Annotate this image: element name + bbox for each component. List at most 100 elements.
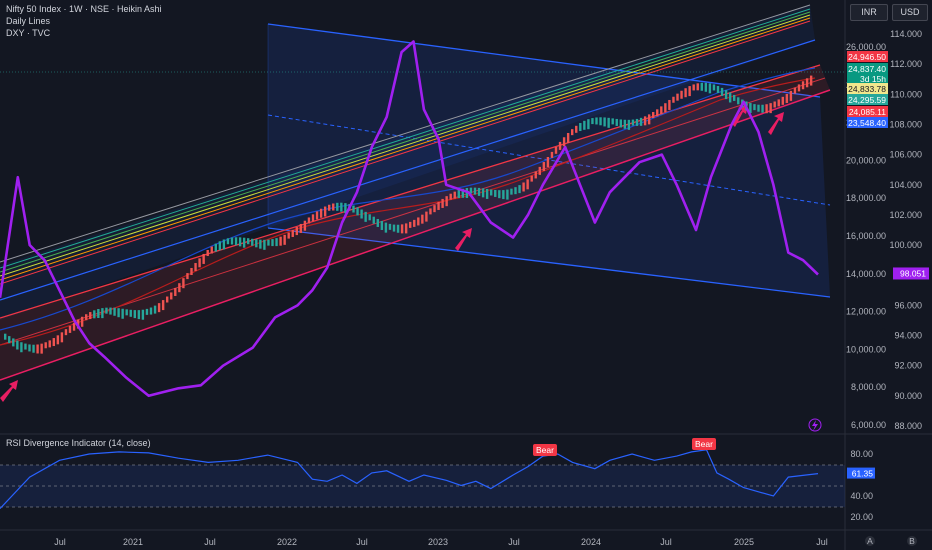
- auto-scale-icon[interactable]: A: [865, 536, 875, 546]
- nifty-tick-label: 10,000.00: [846, 344, 886, 354]
- candle: [299, 223, 303, 233]
- dxy-tick-label: 94.000: [894, 331, 922, 341]
- nifty-tick-label: 20,000.00: [846, 155, 886, 165]
- log-scale-icon[interactable]: B: [907, 536, 917, 546]
- nifty-tick-label: 16,000.00: [846, 231, 886, 241]
- time-tick-label: 2023: [428, 537, 448, 547]
- candle: [550, 151, 554, 158]
- candle: [376, 218, 379, 227]
- daily-lines-label: Daily Lines: [6, 16, 51, 26]
- candle: [546, 157, 550, 168]
- time-tick-label: 2022: [277, 537, 297, 547]
- nifty-tick-label: 14,000.00: [846, 269, 886, 279]
- dxy-tick-label: 90.000: [894, 391, 922, 401]
- candle: [93, 310, 96, 319]
- candle: [303, 220, 307, 231]
- candle: [437, 201, 440, 210]
- dxy-tick-label: 96.000: [894, 300, 922, 310]
- candle: [129, 309, 132, 317]
- candle: [591, 118, 594, 125]
- candle: [242, 237, 246, 248]
- candle: [530, 175, 533, 182]
- candle: [291, 229, 294, 237]
- candle: [542, 162, 546, 172]
- candle: [672, 96, 675, 103]
- candle: [352, 205, 355, 213]
- candle: [797, 84, 801, 92]
- candle: [425, 211, 428, 222]
- main-chart-svg[interactable]: 26,000.0024,000.0022,000.0020,000.0018,0…: [0, 0, 932, 550]
- candle: [105, 307, 108, 314]
- candle: [737, 97, 740, 105]
- candle: [263, 239, 266, 250]
- nifty-tick-label: 26,000.00: [846, 42, 886, 52]
- candle: [392, 224, 396, 232]
- usd-currency-button[interactable]: USD: [892, 4, 928, 21]
- candle: [490, 189, 493, 196]
- candle: [28, 344, 31, 352]
- candle: [372, 216, 375, 224]
- candle: [494, 189, 497, 197]
- candle: [85, 314, 88, 321]
- candle: [166, 296, 169, 303]
- dxy-tick-label: 112.000: [890, 59, 922, 69]
- price-label-text: 3d 15h: [860, 74, 886, 84]
- candle: [238, 237, 242, 247]
- candle: [510, 188, 513, 195]
- candle: [716, 85, 720, 93]
- candle: [639, 117, 643, 126]
- candle: [700, 82, 703, 91]
- candle: [413, 219, 416, 227]
- candle: [48, 340, 51, 348]
- candle: [214, 243, 217, 252]
- candle: [607, 117, 610, 128]
- candle: [356, 207, 359, 216]
- candle: [113, 307, 116, 316]
- candle: [664, 103, 667, 113]
- rsi-last-label: 61.35: [852, 469, 874, 479]
- candle: [777, 99, 780, 107]
- dxy-tick-label: 100.000: [889, 240, 922, 250]
- dxy-legend-label: DXY · TVC: [6, 28, 51, 38]
- rsi-tick-label: 40.00: [850, 491, 873, 501]
- candle: [234, 237, 238, 246]
- price-label-text: 24,837.40: [848, 64, 886, 74]
- candle: [485, 188, 489, 199]
- candle: [534, 171, 537, 179]
- candle: [733, 94, 736, 101]
- candle: [137, 310, 141, 320]
- candle: [481, 188, 485, 198]
- candle: [133, 310, 136, 319]
- time-tick-label: Jul: [816, 537, 828, 547]
- candle: [566, 132, 570, 143]
- dxy-tick-label: 114.000: [890, 29, 922, 39]
- dxy-tick-label: 92.000: [894, 361, 922, 371]
- candle: [360, 209, 363, 219]
- candle: [708, 83, 712, 94]
- candle: [44, 342, 47, 349]
- candle: [190, 267, 193, 275]
- candle: [121, 308, 124, 319]
- candle: [222, 239, 226, 250]
- dxy-tick-label: 104.000: [889, 180, 922, 190]
- candle: [595, 117, 598, 125]
- candle: [704, 82, 708, 92]
- candle: [80, 316, 84, 327]
- candle: [558, 141, 562, 150]
- candle: [157, 303, 161, 313]
- time-tick-label: Jul: [54, 537, 66, 547]
- candle: [429, 208, 432, 215]
- candle: [400, 224, 404, 234]
- candle: [97, 309, 100, 319]
- candle: [652, 112, 655, 119]
- candle: [647, 114, 651, 125]
- candle: [724, 90, 728, 100]
- dxy-last-label: 98.051: [900, 268, 926, 278]
- inr-currency-button[interactable]: INR: [850, 4, 888, 21]
- candle: [676, 93, 679, 101]
- candle: [769, 103, 772, 114]
- candle: [421, 214, 424, 224]
- candle: [579, 123, 582, 132]
- candle: [619, 119, 622, 128]
- candle: [271, 239, 274, 247]
